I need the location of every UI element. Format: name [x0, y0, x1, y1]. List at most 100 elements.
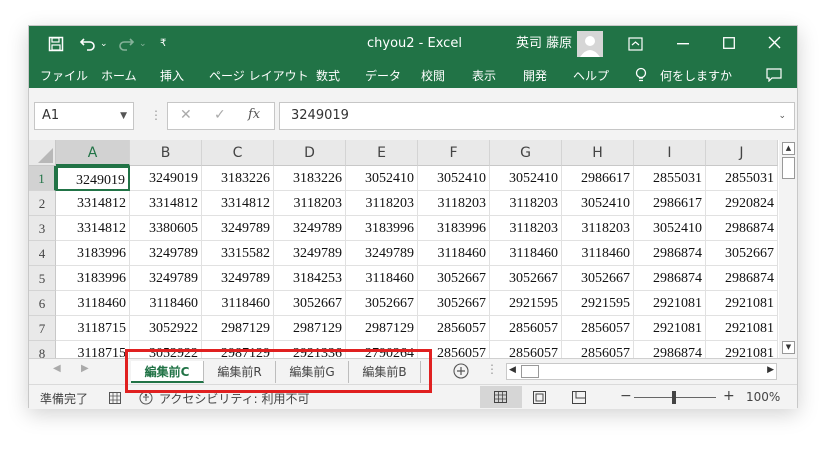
horizontal-scrollbar[interactable]: ◀ ▶	[506, 363, 777, 380]
cell[interactable]: 3052410	[346, 166, 418, 191]
cell[interactable]: 3118460	[202, 291, 274, 316]
scroll-down-icon[interactable]: ▼	[782, 341, 795, 354]
accessibility-icon[interactable]	[139, 391, 153, 405]
spreadsheet-grid[interactable]: A B C D E F G H I J 1 3249019 3249019 3183226 3183226 3…	[29, 140, 779, 358]
cell[interactable]: 3249019	[130, 166, 202, 191]
tab-help[interactable]: ヘルプ	[573, 67, 609, 84]
horizontal-scroll-thumb[interactable]	[521, 365, 539, 378]
cell[interactable]: 3118460	[418, 241, 490, 266]
undo-dropdown-icon[interactable]: ⌄	[100, 26, 108, 62]
cell[interactable]: 3118203	[418, 191, 490, 216]
cell[interactable]: 2986617	[562, 166, 634, 191]
prev-sheet-icon[interactable]: ◀	[53, 363, 61, 374]
next-sheet-icon[interactable]: ▶	[81, 363, 89, 374]
cell[interactable]: 3249789	[274, 241, 346, 266]
cell[interactable]: 3184253	[274, 266, 346, 291]
cell[interactable]: 3314812	[56, 216, 130, 241]
cell[interactable]: 3183226	[274, 166, 346, 191]
row-header[interactable]: 5	[29, 266, 56, 291]
cell[interactable]: 3118460	[346, 266, 418, 291]
cell[interactable]: 3249019	[56, 166, 130, 191]
cell[interactable]: 2921081	[706, 341, 778, 358]
cell[interactable]: 2855031	[706, 166, 778, 191]
cell[interactable]: 3118203	[562, 216, 634, 241]
zoom-slider-thumb[interactable]	[672, 391, 676, 404]
page-break-preview-icon[interactable]	[572, 391, 586, 404]
cell[interactable]: 3249789	[130, 266, 202, 291]
cell[interactable]: 2856057	[562, 341, 634, 358]
zoom-level[interactable]: 100%	[746, 390, 780, 404]
cell[interactable]: 3314812	[202, 191, 274, 216]
column-header[interactable]: C	[202, 140, 274, 166]
cell[interactable]: 3249789	[202, 216, 274, 241]
tab-data[interactable]: データ	[365, 67, 401, 84]
cell[interactable]: 3249789	[274, 216, 346, 241]
cell[interactable]: 3183996	[346, 216, 418, 241]
cell[interactable]: 2986874	[634, 266, 706, 291]
name-box[interactable]: A1 ▼	[34, 102, 134, 130]
save-icon[interactable]	[48, 36, 64, 52]
undo-icon[interactable]	[79, 36, 97, 52]
cell[interactable]: 2921081	[706, 316, 778, 341]
cell[interactable]: 2921081	[634, 316, 706, 341]
close-icon[interactable]	[768, 36, 781, 49]
column-header[interactable]: H	[562, 140, 634, 166]
row-header[interactable]: 3	[29, 216, 56, 241]
tab-insert[interactable]: 挿入	[160, 67, 184, 84]
cell[interactable]: 3052410	[634, 216, 706, 241]
tab-page-layout[interactable]: ページ レイアウト	[209, 67, 309, 84]
column-header[interactable]: G	[490, 140, 562, 166]
formula-input[interactable]: 3249019 ⌄	[279, 102, 795, 130]
column-header[interactable]: A	[56, 140, 130, 166]
cell[interactable]: 2856057	[562, 316, 634, 341]
tab-file[interactable]: ファイル	[40, 67, 88, 84]
scroll-left-icon[interactable]: ◀	[509, 365, 516, 375]
cell[interactable]: 3314812	[130, 191, 202, 216]
scroll-right-icon[interactable]: ▶	[767, 365, 774, 375]
tab-home[interactable]: ホーム	[101, 67, 137, 84]
cell[interactable]: 3315582	[202, 241, 274, 266]
cell[interactable]: 3118203	[274, 191, 346, 216]
cell[interactable]: 3118715	[56, 341, 130, 358]
cell[interactable]: 3118460	[562, 241, 634, 266]
column-header[interactable]: F	[418, 140, 490, 166]
row-header[interactable]: 1	[29, 166, 56, 191]
cell[interactable]: 3052667	[706, 241, 778, 266]
cell[interactable]: 3052410	[490, 166, 562, 191]
cell[interactable]: 3118715	[56, 316, 130, 341]
cell[interactable]: 3118460	[490, 241, 562, 266]
cell[interactable]: 2986874	[634, 341, 706, 358]
row-header[interactable]: 4	[29, 241, 56, 266]
cell[interactable]: 2920824	[706, 191, 778, 216]
minimize-icon[interactable]	[677, 43, 689, 45]
cell[interactable]: 2986874	[634, 241, 706, 266]
tell-me-search[interactable]: 何をしますか	[660, 67, 732, 84]
macro-recording-icon[interactable]	[109, 392, 121, 404]
user-name[interactable]: 英司 藤原	[516, 26, 572, 62]
cell[interactable]: 3249789	[202, 266, 274, 291]
scroll-up-icon[interactable]: ▲	[782, 142, 795, 155]
cell[interactable]: 3183996	[56, 241, 130, 266]
cell[interactable]: 3183996	[56, 266, 130, 291]
cell[interactable]: 3314812	[56, 191, 130, 216]
cell[interactable]: 3052667	[418, 291, 490, 316]
tab-review[interactable]: 校閲	[421, 67, 445, 84]
cell[interactable]: 3052922	[130, 316, 202, 341]
cell[interactable]: 3052410	[418, 166, 490, 191]
cell[interactable]: 2986874	[706, 266, 778, 291]
normal-view-button[interactable]	[480, 386, 522, 408]
tab-view[interactable]: 表示	[472, 67, 496, 84]
cell[interactable]: 2921595	[490, 291, 562, 316]
cell[interactable]: 2856057	[418, 316, 490, 341]
cell[interactable]: 3249789	[346, 241, 418, 266]
cell[interactable]: 2856057	[490, 316, 562, 341]
vertical-scrollbar[interactable]: ▲ ▼	[779, 140, 797, 358]
row-header[interactable]: 2	[29, 191, 56, 216]
chevron-down-icon[interactable]: ▼	[120, 103, 127, 129]
row-header[interactable]: 6	[29, 291, 56, 316]
cell[interactable]: 3052667	[274, 291, 346, 316]
select-all-corner[interactable]	[29, 140, 56, 166]
zoom-out-button[interactable]: −	[620, 388, 632, 404]
cell[interactable]: 3118203	[490, 191, 562, 216]
cell[interactable]: 3380605	[130, 216, 202, 241]
